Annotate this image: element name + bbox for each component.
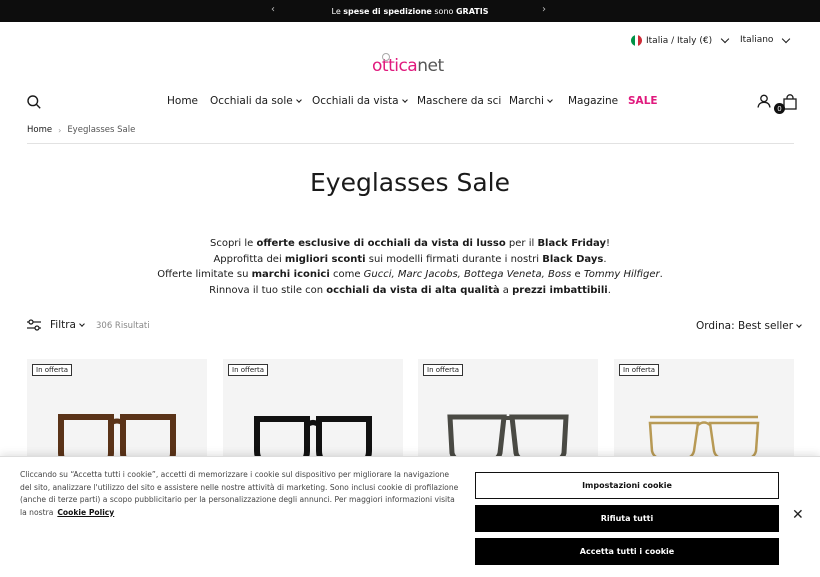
divider bbox=[27, 143, 794, 144]
results-count: 306 Risultati bbox=[96, 321, 150, 331]
description-line: Rinnova il tuo stile con occhiali da vis… bbox=[209, 284, 611, 296]
sale-badge: In offerta bbox=[32, 364, 73, 376]
description-line: Offerte limitate su marchi iconici come … bbox=[157, 269, 663, 280]
country-label: Italia / Italy (€) bbox=[646, 35, 713, 46]
page-title: Eyeglasses Sale bbox=[309, 168, 511, 197]
chevron-down-icon bbox=[547, 96, 553, 103]
cookie-policy-link[interactable]: Cookie Policy bbox=[57, 508, 114, 517]
cart-count-badge: 0 bbox=[774, 103, 785, 114]
filter-label: Filtra bbox=[50, 319, 76, 331]
chevron-down-icon bbox=[295, 96, 302, 103]
chevron-down-icon bbox=[79, 320, 85, 327]
nav-item-sale[interactable]: SALE bbox=[628, 95, 658, 107]
close-icon[interactable]: ✕ bbox=[792, 507, 804, 523]
chevron-down-icon bbox=[401, 96, 408, 103]
sort-label: Ordina: Best seller bbox=[696, 320, 794, 332]
cookie-settings-button[interactable]: Impostazioni cookie bbox=[475, 472, 779, 499]
breadcrumb-separator: › bbox=[58, 125, 62, 135]
collection-description: Scopri le offerte esclusive di occhiali … bbox=[120, 236, 700, 298]
cookie-message: Cliccando su “Accetta tutti i cookie”, a… bbox=[20, 470, 459, 517]
account-icon[interactable] bbox=[757, 94, 771, 108]
site-logo[interactable]: otticanet bbox=[372, 53, 452, 82]
breadcrumb-current: Eyeglasses Sale bbox=[67, 125, 136, 135]
nav-item-occhiali-da-sole[interactable]: Occhiali da sole bbox=[210, 95, 302, 107]
sale-badge: In offerta bbox=[423, 364, 464, 376]
nav-item-marchi[interactable]: Marchi bbox=[509, 95, 553, 107]
language-selector[interactable]: Italiano bbox=[740, 34, 791, 45]
nav-item-maschere-da-sci[interactable]: Maschere da sci bbox=[417, 95, 501, 107]
cookie-banner: Cliccando su “Accetta tutti i cookie”, a… bbox=[0, 456, 820, 577]
sliders-icon bbox=[27, 319, 41, 331]
search-icon[interactable] bbox=[27, 95, 41, 109]
announcement-prev-arrow[interactable]: ‹ bbox=[271, 4, 275, 15]
reject-all-button[interactable]: Rifiuta tutti bbox=[475, 505, 779, 532]
country-selector[interactable]: Italia / Italy (€) bbox=[631, 34, 730, 46]
breadcrumb: Home › Eyeglasses Sale bbox=[27, 125, 135, 135]
sale-badge: In offerta bbox=[228, 364, 269, 376]
filter-button[interactable]: Filtra bbox=[27, 319, 85, 331]
description-line: Approfitta dei migliori sconti sui model… bbox=[213, 253, 607, 265]
announcement-next-arrow[interactable]: › bbox=[542, 4, 546, 15]
announcement-bar: ‹ Le spese di spedizione sono GRATIS › bbox=[0, 0, 820, 22]
announcement-text: Le spese di spedizione sono GRATIS bbox=[331, 6, 489, 16]
logo-ring-icon bbox=[382, 53, 390, 61]
breadcrumb-home-link[interactable]: Home bbox=[27, 125, 52, 135]
italy-flag-icon bbox=[631, 35, 642, 46]
chevron-down-icon bbox=[720, 34, 730, 44]
chevron-down-icon bbox=[782, 34, 791, 43]
nav-item-home[interactable]: Home bbox=[167, 95, 198, 107]
accept-all-button[interactable]: Accetta tutti i cookie bbox=[475, 538, 779, 565]
sale-badge: In offerta bbox=[619, 364, 660, 376]
nav-item-occhiali-da-vista[interactable]: Occhiali da vista bbox=[312, 95, 408, 107]
sort-dropdown[interactable]: Ordina: Best seller bbox=[696, 320, 802, 332]
description-line: Scopri le offerte esclusive di occhiali … bbox=[210, 238, 610, 249]
nav-item-magazine[interactable]: Magazine bbox=[568, 95, 618, 107]
chevron-down-icon bbox=[796, 321, 802, 328]
language-label: Italiano bbox=[740, 35, 774, 45]
